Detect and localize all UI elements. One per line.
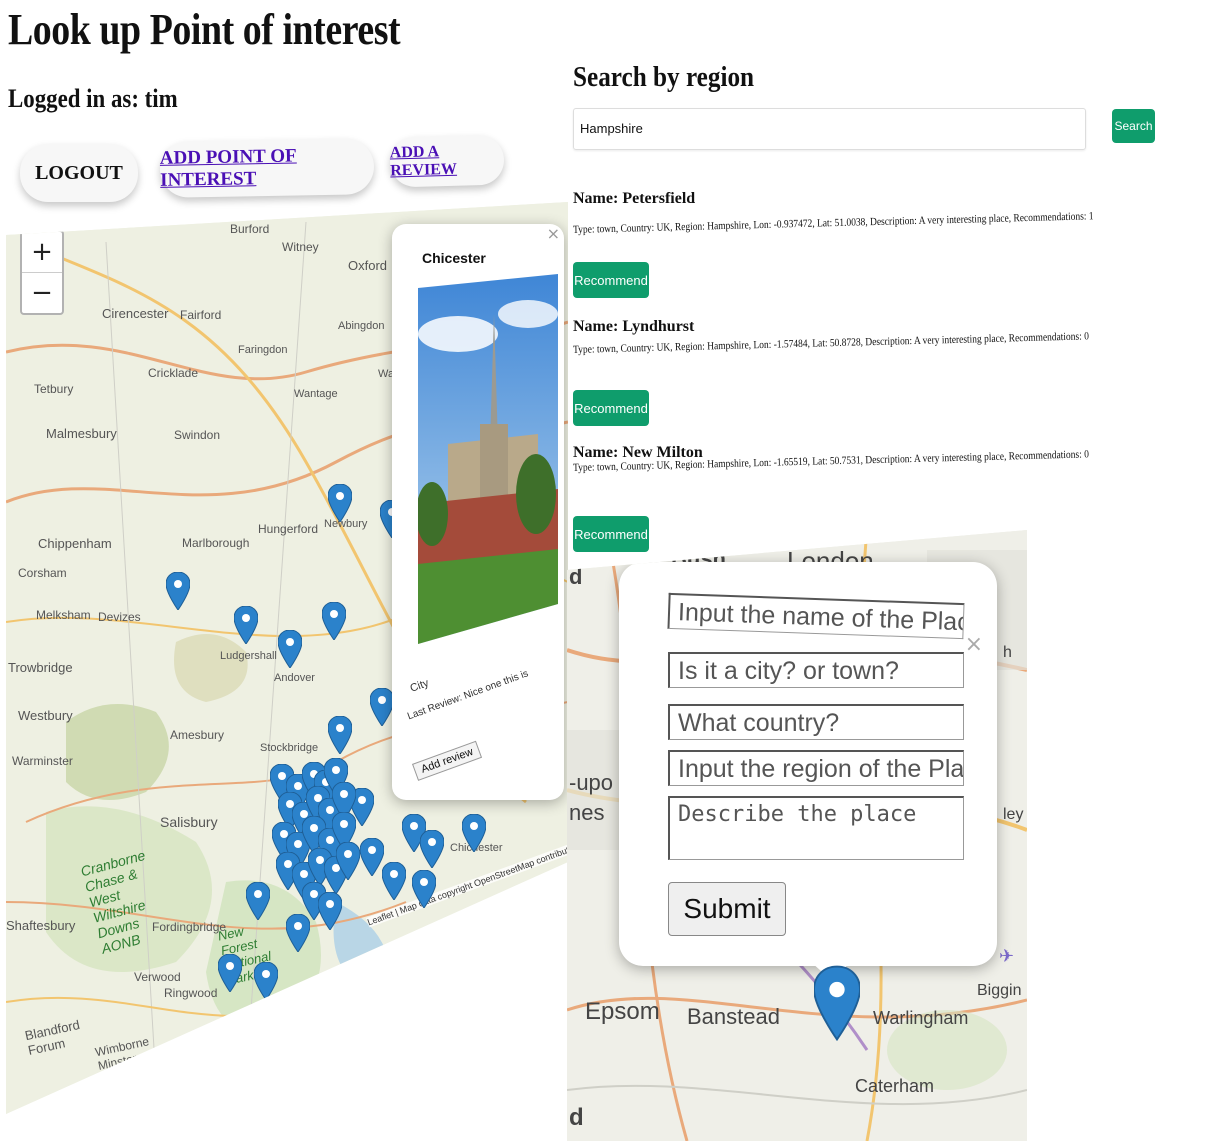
cathedral-photo: [418, 274, 558, 644]
add-poi-button[interactable]: ADD POINT OF INTEREST: [159, 138, 375, 198]
poi-map[interactable]: + − Burford Witney Oxford Cirencester Fa…: [6, 202, 568, 1114]
map-marker-icon[interactable]: [318, 892, 342, 930]
region-search-input[interactable]: Hampshire: [573, 108, 1086, 150]
map-marker-icon[interactable]: [370, 688, 394, 726]
map-marker-icon[interactable]: [462, 814, 486, 852]
map-place-label: Biggin H: [977, 982, 1027, 999]
map-place-label: Andover: [274, 672, 315, 684]
popup-close-button[interactable]: ×: [547, 224, 560, 243]
popup-type: City: [408, 677, 431, 695]
region-search-value: Hampshire: [580, 121, 643, 136]
map-marker-icon[interactable]: [360, 838, 384, 876]
country-placeholder: What country?: [678, 709, 840, 737]
logged-in-label: Logged in as: tim: [8, 84, 178, 113]
map-place-label: Caterham: [855, 1076, 935, 1096]
map-marker-icon[interactable]: [254, 962, 278, 1000]
map-place-label: Malmesbury: [46, 426, 117, 441]
result-name: Name: Petersfield: [573, 190, 696, 207]
map-place-label: Ludgershall: [220, 650, 277, 662]
map-place-label: Banstead: [687, 1004, 780, 1029]
airport-icon: ✈: [999, 946, 1015, 967]
country-input[interactable]: What country?: [668, 704, 964, 740]
logout-button[interactable]: LOGOUT: [20, 144, 138, 202]
search-button[interactable]: Search: [1112, 109, 1155, 143]
map-place-label: Fairford: [180, 308, 222, 322]
map-place-label: Corsham: [18, 566, 67, 580]
map-marker-icon[interactable]: [328, 716, 352, 754]
map-marker-icon[interactable]: [166, 572, 190, 610]
map-place-label: Witney: [282, 240, 319, 254]
result-name: Name: Lyndhurst: [573, 318, 695, 335]
recommend-button[interactable]: Recommend: [573, 390, 649, 426]
map-place-label: h: [1003, 644, 1012, 661]
region-placeholder: Input the region of the Place: [678, 755, 964, 783]
description-placeholder: Describe the place: [678, 802, 917, 827]
logout-label: LOGOUT: [35, 161, 123, 184]
map-place-label: -upo: [569, 770, 614, 795]
map-place-label: ley: [1003, 806, 1024, 823]
map-place-label: Chippenham: [38, 536, 112, 551]
search-title: Search by region: [573, 62, 755, 93]
map-marker-icon[interactable]: [322, 602, 346, 640]
map-place-label: Trowbridge: [8, 660, 73, 675]
map-marker-icon[interactable]: [234, 606, 258, 644]
description-textarea[interactable]: Describe the place: [668, 796, 964, 860]
map-place-label: Stockbridge: [260, 742, 319, 754]
map-place-label: Cricklade: [148, 366, 199, 380]
popup-last-review: Last Review: Nice one this is: [406, 668, 530, 723]
map-marker-icon[interactable]: [278, 630, 302, 668]
map-place-label: Ringwood: [164, 986, 218, 1000]
page-title: Look up Point of interest: [8, 5, 401, 54]
map-place-label: Faringdon: [238, 344, 288, 356]
map-marker-icon[interactable]: [420, 830, 444, 868]
map-place-label: Amesbury: [170, 728, 225, 742]
map-place-label: nes: [569, 800, 605, 825]
map-place-label: Warminster: [12, 754, 73, 768]
zoom-out-button[interactable]: −: [22, 272, 62, 313]
map-marker-icon[interactable]: [218, 954, 242, 992]
zoom-in-button[interactable]: +: [22, 232, 62, 272]
map-place-label: Swindon: [174, 428, 221, 442]
popup-add-review-button[interactable]: Add review: [412, 740, 483, 781]
place-type-placeholder: Is it a city? or town?: [678, 657, 899, 685]
map-place-label: Hungerford: [258, 522, 319, 536]
map-marker-icon[interactable]: [246, 882, 270, 920]
map-place-label: Marlborough: [182, 536, 250, 550]
submit-button[interactable]: Submit: [668, 882, 786, 936]
poi-popup: × Chicester City Last Review: Nice one t…: [392, 224, 564, 800]
popup-title: Chicester: [422, 250, 486, 266]
add-review-button[interactable]: ADD A REVIEW: [389, 134, 505, 188]
add-review-link[interactable]: ADD A REVIEW: [390, 142, 505, 181]
region-input[interactable]: Input the region of the Place: [668, 750, 964, 786]
map-place-label: Burford: [230, 222, 270, 236]
map-place-label: Abingdon: [338, 320, 385, 332]
map-marker-icon[interactable]: [336, 842, 360, 880]
map-place-label: Epsom: [585, 998, 660, 1025]
zoom-control: + −: [20, 230, 64, 315]
recommend-button[interactable]: Recommend: [573, 516, 649, 552]
map-marker-icon[interactable]: [328, 484, 352, 522]
map-place-label: Verwood: [134, 970, 181, 984]
map-place-label: Fordingbridge: [152, 920, 227, 934]
map-place-label: Shaftesbury: [6, 918, 76, 933]
map-place-label: Tetbury: [34, 382, 74, 396]
map-place-label: Westbury: [18, 708, 73, 723]
map-marker-icon[interactable]: [382, 862, 406, 900]
recommend-button[interactable]: Recommend: [573, 262, 649, 298]
map-place-label: Warlingham: [873, 1008, 969, 1028]
place-type-input[interactable]: Is it a city? or town?: [668, 652, 964, 688]
form-close-button[interactable]: ×: [965, 632, 983, 657]
map-place-label: Salisbury: [160, 814, 218, 830]
map-place-label: d: [569, 1104, 584, 1131]
map-place-label: d: [569, 564, 583, 589]
map-marker-icon[interactable]: [814, 962, 860, 1044]
map-marker-icon[interactable]: [412, 870, 436, 908]
map-place-label: Devizes: [98, 610, 141, 624]
map-place-label: Wantage: [294, 388, 338, 400]
result-desc: Type: town, Country: UK, Region: Hampshi…: [573, 210, 1094, 236]
map-place-label: Melksham: [36, 608, 91, 622]
map-place-label: Cirencester: [102, 306, 169, 321]
map-place-label: Oxford: [348, 258, 388, 273]
add-poi-link[interactable]: ADD POINT OF INTEREST: [160, 144, 375, 192]
